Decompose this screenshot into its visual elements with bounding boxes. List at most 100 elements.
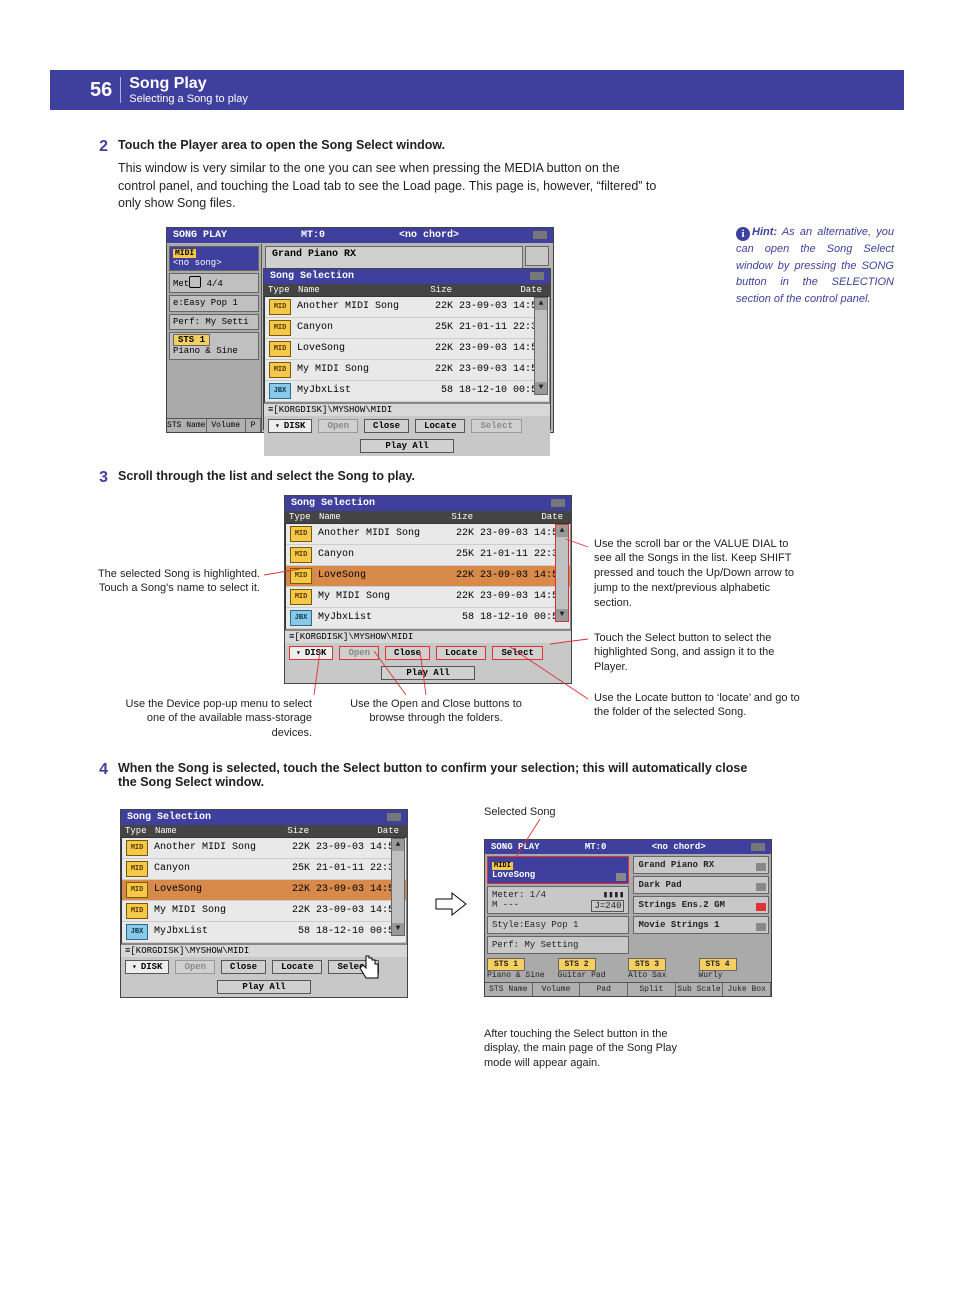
res-lower[interactable]: Movie Strings 1: [633, 916, 769, 934]
locate-button[interactable]: Locate: [272, 960, 322, 974]
song-row[interactable]: MIDLoveSong22K23-09-03 14:59: [286, 566, 570, 587]
col-type: Type: [268, 285, 298, 295]
res-upper3[interactable]: Strings Ens.2 GM: [633, 896, 769, 914]
ss1-style[interactable]: e:Easy Pop 1: [169, 295, 259, 312]
open-button[interactable]: Open: [339, 646, 379, 660]
ss1-song-list[interactable]: MIDAnother MIDI Song22K23-09-03 14:59MID…: [264, 296, 550, 403]
file-type-icon: MID: [290, 568, 312, 584]
song-size: 22K: [413, 343, 453, 354]
song-row[interactable]: JBXMyJbxList5818-12-10 00:55: [265, 381, 549, 402]
select-button[interactable]: Select: [471, 419, 521, 433]
scroll-down-icon[interactable]: ▼: [556, 609, 568, 621]
tab-p[interactable]: P: [246, 419, 261, 432]
song-size: 22K: [434, 528, 474, 539]
song-row[interactable]: MIDCanyon25K21-01-11 22:33: [286, 545, 570, 566]
song-row[interactable]: MIDMy MIDI Song22K23-09-03 14:59: [122, 901, 406, 922]
ss3-song-list[interactable]: MIDAnother MIDI Song22K23-09-03 14:59MID…: [121, 837, 407, 944]
scroll-down-icon[interactable]: ▼: [535, 382, 547, 394]
scroll-up-icon[interactable]: ▲: [556, 525, 568, 537]
ss1-list-header: Type Name Size Date: [264, 284, 550, 296]
song-row[interactable]: MIDAnother MIDI Song22K23-09-03 14:59: [122, 838, 406, 859]
close-button[interactable]: Close: [385, 646, 430, 660]
song-row[interactable]: JBXMyJbxList5818-12-10 00:55: [286, 608, 570, 629]
sts3-button[interactable]: STS 3: [628, 958, 666, 971]
ss1-perf[interactable]: Perf: My Setti: [169, 314, 259, 331]
col-size: Size: [412, 285, 452, 295]
song-row[interactable]: MIDAnother MIDI Song22K23-09-03 14:59: [265, 297, 549, 318]
ss1-grand-piano[interactable]: Grand Piano RX: [265, 246, 523, 270]
callout-after-select: After touching the Select button in the …: [484, 1027, 694, 1072]
sts1-button[interactable]: STS 1: [487, 958, 525, 971]
song-row[interactable]: MIDMy MIDI Song22K23-09-03 14:59: [265, 360, 549, 381]
res-upper1[interactable]: Grand Piano RX: [633, 856, 769, 874]
ss1-sidepanel: MIDI <no song> Met 4/4 e:Easy Pop 1 Perf…: [167, 244, 262, 432]
menu-drop-icon[interactable]: [533, 231, 547, 239]
song-date: 18-12-10 00:55: [453, 385, 545, 396]
ss1-title-left: SONG PLAY: [173, 230, 227, 241]
tab-volume[interactable]: Volume: [533, 983, 581, 996]
file-type-icon: MID: [290, 547, 312, 563]
close-button[interactable]: Close: [364, 419, 409, 433]
step-2-body: This window is very similar to the one y…: [118, 160, 658, 213]
tab-sts-name[interactable]: STS Name: [485, 983, 533, 996]
locate-button[interactable]: Locate: [436, 646, 486, 660]
res-upper2[interactable]: Dark Pad: [633, 876, 769, 894]
song-name: MyJbxList: [154, 926, 270, 937]
song-row[interactable]: MIDCanyon25K21-01-11 22:33: [122, 859, 406, 880]
sts2-button[interactable]: STS 2: [558, 958, 596, 971]
res-perf[interactable]: Perf: My Setting: [487, 936, 629, 954]
device-popup[interactable]: DISK: [268, 419, 312, 433]
sts4-button[interactable]: STS 4: [699, 958, 737, 971]
ss1-sts[interactable]: STS 1 Piano & Sine: [169, 332, 259, 360]
select-button[interactable]: Select: [492, 646, 542, 660]
locate-button[interactable]: Locate: [415, 419, 465, 433]
ss1-scrollbar[interactable]: ▲ ▼: [534, 297, 548, 395]
tab-subscale[interactable]: Sub Scale: [676, 983, 724, 996]
song-row[interactable]: MIDMy MIDI Song22K23-09-03 14:59: [286, 587, 570, 608]
song-row[interactable]: JBXMyJbxList5818-12-10 00:55: [122, 922, 406, 943]
song-size: 25K: [413, 322, 453, 333]
midi-tag: MIDI: [173, 249, 196, 258]
song-size: 22K: [270, 905, 310, 916]
page-number: 56: [90, 79, 112, 102]
tab-pad[interactable]: Pad: [580, 983, 628, 996]
ss2-menu-drop-icon[interactable]: [551, 499, 565, 507]
open-button[interactable]: Open: [175, 960, 215, 974]
ss2-scrollbar[interactable]: ▲ ▼: [555, 524, 569, 622]
ss3-menu-drop-icon[interactable]: [387, 813, 401, 821]
res-style[interactable]: Style:Easy Pop 1: [487, 916, 629, 934]
play-all-button[interactable]: Play All: [217, 980, 310, 994]
col-name: Name: [298, 285, 412, 295]
device-popup[interactable]: DISK: [289, 646, 333, 660]
song-row[interactable]: MIDLoveSong22K23-09-03 14:59: [122, 880, 406, 901]
tab-volume[interactable]: Volume: [207, 419, 247, 432]
tab-jukebox[interactable]: Juke Box: [723, 983, 771, 996]
ss2-song-list[interactable]: MIDAnother MIDI Song22K23-09-03 14:59MID…: [285, 523, 571, 630]
ss3-scrollbar[interactable]: ▲ ▼: [391, 838, 405, 936]
scroll-down-icon[interactable]: ▼: [392, 923, 404, 935]
play-all-button[interactable]: Play All: [381, 666, 474, 680]
sel-menu-drop-icon[interactable]: [530, 272, 544, 280]
tab-split[interactable]: Split: [628, 983, 676, 996]
hint-box: iHint: As an alternative, you can open t…: [736, 224, 894, 307]
ss1-icon-right[interactable]: [525, 246, 549, 266]
screenshot-1: SONG PLAY MT:0 <no chord> MIDI <no song>…: [166, 227, 554, 433]
song-row[interactable]: MIDCanyon25K21-01-11 22:33: [265, 318, 549, 339]
file-type-icon: MID: [269, 362, 291, 378]
play-all-button[interactable]: Play All: [360, 439, 453, 453]
file-type-icon: JBX: [126, 924, 148, 940]
res-menu-drop-icon[interactable]: [751, 843, 765, 851]
hint-label: Hint:: [752, 226, 777, 238]
tab-sts-name[interactable]: STS Name: [167, 419, 207, 432]
song-row[interactable]: MIDAnother MIDI Song22K23-09-03 14:59: [286, 524, 570, 545]
close-button[interactable]: Close: [221, 960, 266, 974]
scroll-up-icon[interactable]: ▲: [392, 839, 404, 851]
device-popup[interactable]: DISK: [125, 960, 169, 974]
open-button[interactable]: Open: [318, 419, 358, 433]
hand-cursor-icon: [358, 954, 384, 984]
song-row[interactable]: MIDLoveSong22K23-09-03 14:59: [265, 339, 549, 360]
callout-device: Use the Device pop-up menu to select one…: [122, 697, 312, 742]
scroll-up-icon[interactable]: ▲: [535, 298, 547, 310]
file-type-icon: MID: [269, 320, 291, 336]
step-2-number: 2: [88, 138, 108, 156]
